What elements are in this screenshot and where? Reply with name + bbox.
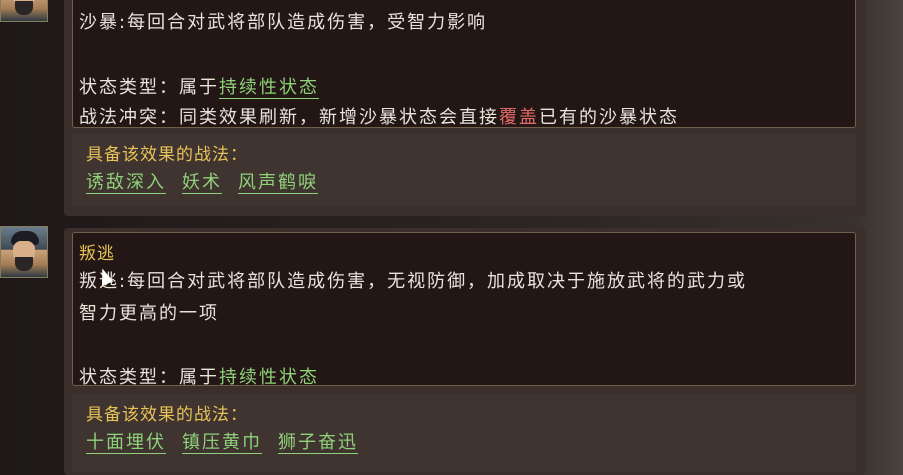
general-portrait-avatar: [0, 226, 48, 278]
status-card-sandstorm: 沙暴:每回合对武将部队造成伤害，受智力影响 状态类型：属于持续性状态 战法冲突：…: [64, 0, 866, 216]
status-effect-panel: 沙暴:每回合对武将部队造成伤害，受智力影响 状态类型：属于持续性状态 战法冲突：…: [0, 0, 903, 475]
status-description-line2: 智力更高的一项: [79, 303, 219, 324]
tactics-list: 诱敌深入 妖术 风声鹤唳: [86, 168, 334, 194]
conflict-highlight: 覆盖: [499, 107, 539, 128]
general-portrait-avatar: [0, 0, 48, 22]
conflict-text-end: 已有的沙暴状态: [539, 107, 679, 128]
status-type-link[interactable]: 持续性状态: [219, 77, 319, 99]
tactic-link[interactable]: 狮子奋迅: [278, 432, 358, 454]
conflict-label: 战法冲突：: [79, 107, 179, 128]
tactics-section: 具备该效果的战法： 诱敌深入 妖术 风声鹤唳: [72, 134, 856, 206]
status-type-label: 状态类型：: [79, 77, 179, 98]
status-description-box: 沙暴:每回合对武将部队造成伤害，受智力影响 状态类型：属于持续性状态 战法冲突：…: [72, 0, 856, 128]
status-description-line1: 叛逃:每回合对武将部队造成伤害，无视防御，加成取决于施放武将的武力或: [79, 271, 748, 292]
tactics-title: 具备该效果的战法：: [86, 405, 248, 425]
tactics-list: 十面埋伏 镇压黄巾 狮子奋迅: [86, 428, 374, 454]
status-type-prefix: 属于: [179, 77, 219, 98]
status-type-prefix: 属于: [179, 367, 219, 386]
status-type-label: 状态类型：: [79, 367, 179, 386]
conflict-text: 同类效果刷新，新增沙暴状态会直接: [179, 107, 499, 128]
status-description: 沙暴:每回合对武将部队造成伤害，受智力影响: [79, 12, 488, 33]
status-card-rebellion: 叛逃 叛逃:每回合对武将部队造成伤害，无视防御，加成取决于施放武将的武力或 智力…: [64, 228, 866, 475]
tactic-link[interactable]: 十面埋伏: [86, 432, 166, 454]
tactic-link[interactable]: 镇压黄巾: [182, 432, 262, 454]
tactics-title: 具备该效果的战法：: [86, 145, 248, 165]
status-type-line: 状态类型：属于持续性状态: [79, 363, 319, 386]
conflict-line: 战法冲突：同类效果刷新，新增沙暴状态会直接覆盖已有的沙暴状态: [79, 103, 679, 128]
tactic-link[interactable]: 诱敌深入: [86, 172, 166, 194]
tactics-section: 具备该效果的战法： 十面埋伏 镇压黄巾 狮子奋迅: [72, 394, 856, 472]
status-type-line: 状态类型：属于持续性状态: [79, 73, 319, 99]
status-name: 叛逃: [79, 244, 115, 264]
status-type-link[interactable]: 持续性状态: [219, 367, 319, 385]
tactic-link[interactable]: 妖术: [182, 172, 222, 194]
status-description-box: 叛逃 叛逃:每回合对武将部队造成伤害，无视防御，加成取决于施放武将的武力或 智力…: [72, 232, 856, 386]
tactic-link[interactable]: 风声鹤唳: [238, 172, 318, 194]
